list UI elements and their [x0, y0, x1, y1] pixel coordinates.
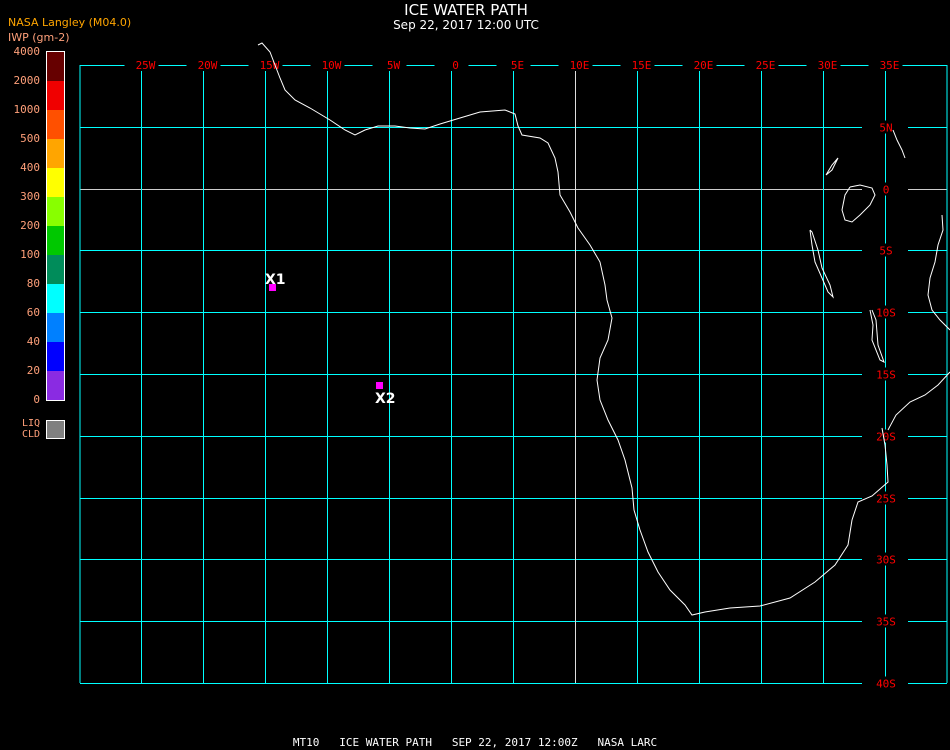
longitude-label: 25E: [756, 59, 776, 72]
longitude-label: 5E: [511, 59, 524, 72]
marker-point[interactable]: [376, 382, 383, 389]
marker-label: X1: [265, 272, 286, 288]
longitude-label: 35E: [880, 59, 900, 72]
markers: X1 X2: [265, 272, 396, 407]
longitude-label: 25W: [136, 59, 156, 72]
lat-lon-grid: 25W 20W 15W 10W 5W 0 5E 10E 15E 20E 25E 30E 35E5N05S…: [79, 58, 948, 691]
longitude-label: 10W: [322, 59, 342, 72]
latitude-label: 40S: [876, 678, 896, 691]
lake-chad: [892, 129, 906, 159]
latitude-label: 30S: [876, 554, 896, 567]
latitude-label: 5N: [879, 122, 892, 135]
longitude-label: 15E: [632, 59, 652, 72]
latitude-label: 0: [883, 184, 890, 197]
map-canvas: 25W 20W 15W 10W 5W 0 5E 10E 15E 20E 25E 30E 35E5N05S…: [79, 42, 950, 691]
latitude-label: 10S: [876, 307, 896, 320]
coastline: [257, 42, 950, 616]
longitude-label: 10E: [570, 59, 590, 72]
longitude-label: 5W: [387, 59, 401, 72]
latitude-label: 5S: [879, 245, 892, 258]
latitude-label: 35S: [876, 616, 896, 629]
longitude-label: 20E: [694, 59, 714, 72]
longitude-label: 0: [452, 59, 459, 72]
lake-tanganyika: [809, 229, 834, 299]
latitude-label: 20S: [876, 431, 896, 444]
africa-west-coast: [257, 42, 889, 616]
marker-label: X2: [375, 391, 396, 407]
lake-albert: [825, 157, 839, 176]
footer-caption: MT10 ICE WATER PATH SEP 22, 2017 12:00Z …: [292, 736, 658, 749]
mozambique-coast: [887, 371, 950, 431]
latitude-label: 15S: [876, 369, 896, 382]
latitude-label: 25S: [876, 493, 896, 506]
longitude-label: 20W: [198, 59, 218, 72]
longitude-label: 30E: [818, 59, 838, 72]
